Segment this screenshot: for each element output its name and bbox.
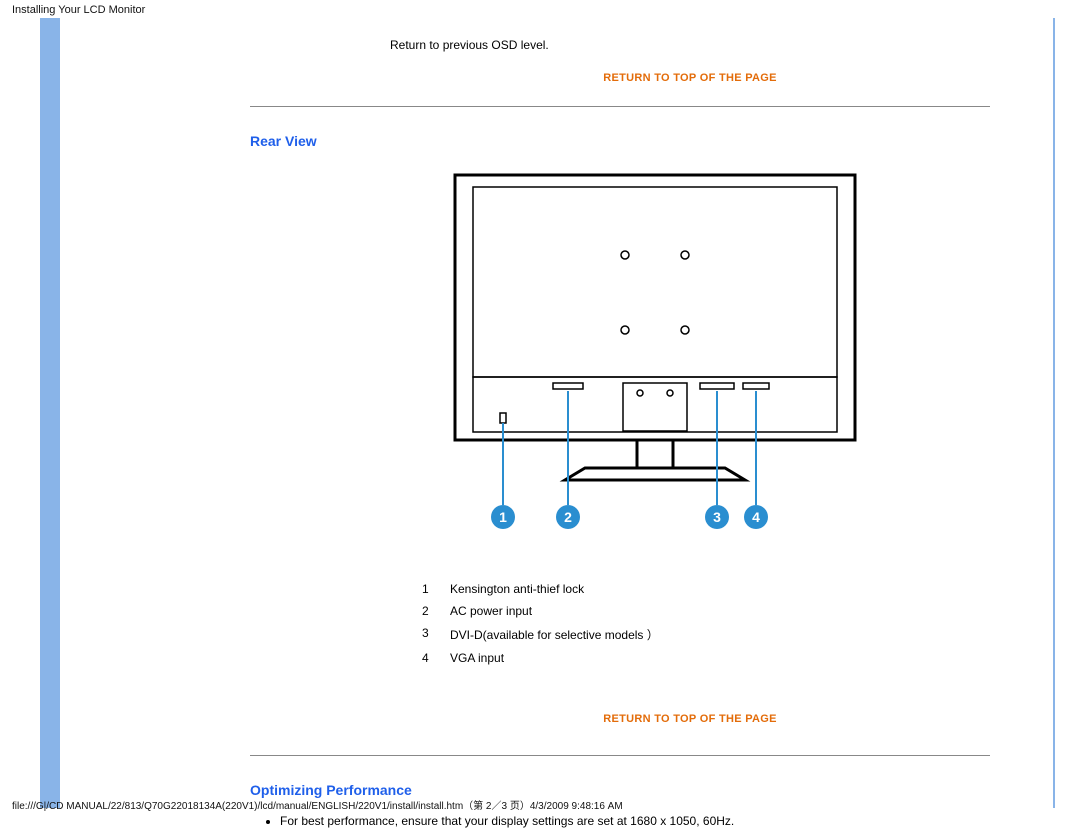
legend-text: AC power input (450, 604, 659, 618)
legend-row: 4 VGA input (422, 651, 659, 665)
rear-view-legend: 1 Kensington anti-thief lock 2 AC power … (422, 574, 659, 673)
right-accent-bar (1053, 18, 1055, 808)
divider (250, 755, 990, 756)
legend-num: 4 (422, 651, 450, 665)
legend-row: 2 AC power input (422, 604, 659, 618)
callout-2-num: 2 (564, 509, 572, 525)
legend-text: VGA input (450, 651, 659, 665)
return-to-top-text: RETURN TO TOP OF THE PAGE (603, 72, 777, 84)
page-title-text: Installing Your LCD Monitor (12, 4, 145, 16)
legend-text: DVI-D(available for selective models ） (450, 626, 659, 643)
legend-row: 1 Kensington anti-thief lock (422, 582, 659, 596)
page-title-bar: Installing Your LCD Monitor (0, 0, 1080, 18)
callout-4: 4 (744, 505, 768, 529)
return-to-top-text: RETURN TO TOP OF THE PAGE (603, 713, 777, 725)
legend-row: 3 DVI-D(available for selective models ） (422, 626, 659, 643)
left-accent-bar (40, 18, 60, 808)
legend-num: 1 (422, 582, 450, 596)
content-area: Return to previous OSD level. RETURN TO … (60, 18, 1050, 808)
callout-1-num: 1 (499, 509, 507, 525)
section-optimizing-title: Optimizing Performance (250, 782, 990, 798)
callout-1: 1 (491, 505, 515, 529)
callout-4-num: 4 (752, 509, 760, 525)
optimizing-bullets: For best performance, ensure that your d… (280, 814, 990, 828)
return-to-top-link[interactable]: RETURN TO TOP OF THE PAGE (250, 713, 990, 725)
return-to-top-link[interactable]: RETURN TO TOP OF THE PAGE (250, 72, 990, 84)
callout-3: 3 (705, 505, 729, 529)
osd-hint: Return to previous OSD level. (250, 38, 990, 52)
footer-file-path-text: file:///G|/CD MANUAL/22/813/Q70G22018134… (12, 801, 623, 812)
monitor-rear-svg: 1 2 3 4 (445, 165, 865, 545)
page-body: Return to previous OSD level. RETURN TO … (0, 18, 1080, 818)
section-rear-view-title: Rear View (250, 133, 990, 149)
optimizing-label: Optimizing Performance (250, 782, 412, 798)
footer-file-path: file:///G|/CD MANUAL/22/813/Q70G22018134… (12, 797, 623, 812)
callout-3-num: 3 (713, 509, 721, 525)
legend-num: 3 (422, 626, 450, 643)
rear-view-diagram: 1 2 3 4 (250, 165, 990, 548)
optimizing-bullet: For best performance, ensure that your d… (280, 814, 990, 828)
osd-hint-text: Return to previous OSD level. (390, 38, 549, 52)
rear-view-label: Rear View (250, 133, 317, 149)
callout-2: 2 (556, 505, 580, 529)
divider (250, 106, 990, 107)
legend-num: 2 (422, 604, 450, 618)
legend-text: Kensington anti-thief lock (450, 582, 659, 596)
